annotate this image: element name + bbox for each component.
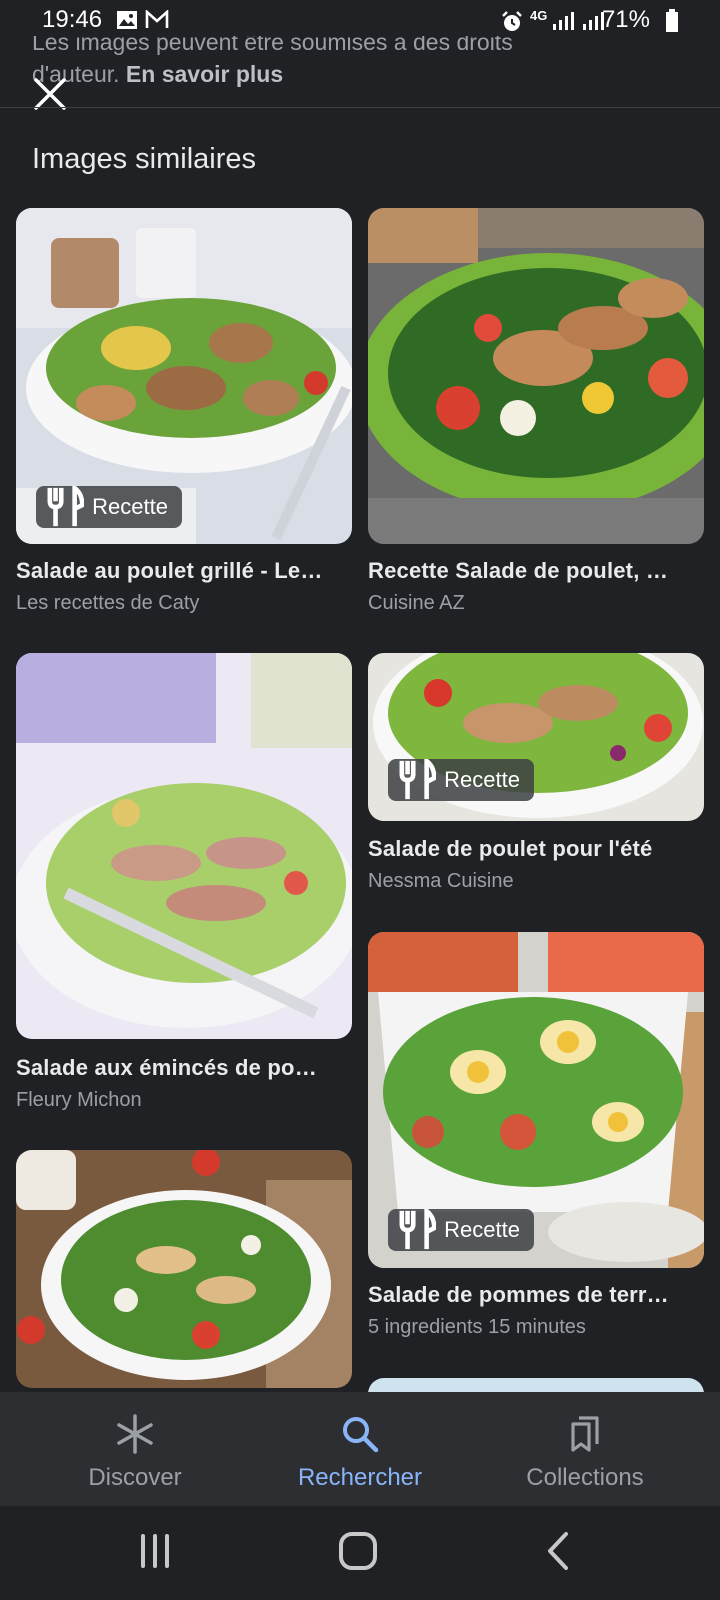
- recent-apps-icon[interactable]: [125, 1526, 185, 1576]
- divider: [0, 107, 720, 108]
- card-source: Les recettes de Caty: [16, 592, 200, 614]
- nav-collections[interactable]: Collections: [475, 1392, 695, 1506]
- image-result-6[interactable]: Recette: [368, 932, 704, 1268]
- salad-image: [16, 653, 352, 1039]
- recipe-chip: Recette: [36, 486, 182, 528]
- card-title[interactable]: Salade au poulet grillé - Le…: [16, 558, 351, 584]
- image-result-2[interactable]: [368, 208, 704, 544]
- battery-icon: [666, 9, 678, 32]
- search-icon: [343, 1417, 379, 1453]
- asterisk-icon: [117, 1414, 153, 1454]
- card-source: 5 ingredients 15 minutes: [368, 1316, 586, 1338]
- system-navigation-bar: [0, 1506, 720, 1600]
- status-bar: 19:46 4G 71%: [0, 0, 720, 44]
- salad-image: [16, 1150, 352, 1388]
- recipe-chip: Recette: [388, 759, 534, 801]
- back-icon[interactable]: [530, 1526, 590, 1576]
- close-icon[interactable]: [28, 72, 72, 116]
- card-title[interactable]: Salade de poulet pour l'été: [368, 836, 703, 862]
- recipe-chip-label: Recette: [92, 494, 168, 519]
- section-title: Images similaires: [32, 143, 256, 175]
- card-title[interactable]: Recette Salade de poulet, …: [368, 558, 703, 584]
- home-icon[interactable]: [328, 1526, 388, 1576]
- nav-collections-label: Collections: [526, 1464, 644, 1491]
- nav-search[interactable]: Rechercher: [250, 1392, 470, 1506]
- collections-icon: [571, 1416, 599, 1452]
- image-result-3[interactable]: [16, 653, 352, 1039]
- restaurant-icon: [399, 759, 437, 800]
- card-source: Cuisine AZ: [368, 592, 465, 614]
- learn-more-link[interactable]: En savoir plus: [126, 61, 283, 87]
- nav-discover-label: Discover: [88, 1464, 182, 1491]
- gallery-icon: [117, 11, 137, 29]
- restaurant-icon: [399, 1209, 437, 1250]
- gmail-icon: [145, 10, 169, 28]
- recipe-chip-label: Recette: [444, 1217, 520, 1242]
- image-result-4[interactable]: Recette: [368, 653, 704, 821]
- battery-level: 71%: [601, 6, 650, 33]
- salad-image: [368, 208, 704, 544]
- nav-discover[interactable]: Discover: [25, 1392, 245, 1506]
- card-title[interactable]: Salade aux émincés de po…: [16, 1055, 351, 1081]
- nav-search-label: Rechercher: [297, 1464, 423, 1491]
- image-result-5[interactable]: [16, 1150, 352, 1388]
- restaurant-icon: [47, 486, 85, 527]
- card-title[interactable]: Salade de pommes de terr…: [368, 1282, 703, 1308]
- recipe-chip: Recette: [388, 1209, 534, 1251]
- alarm-icon: [502, 11, 522, 31]
- card-source: Nessma Cuisine: [368, 870, 514, 892]
- network-type: 4G: [530, 8, 548, 23]
- bottom-navigation: Discover Rechercher Collections: [0, 1392, 720, 1506]
- status-time: 19:46: [42, 6, 103, 33]
- image-result-1[interactable]: Recette: [16, 208, 352, 544]
- card-source: Fleury Michon: [16, 1089, 142, 1111]
- recipe-chip-label: Recette: [444, 767, 520, 792]
